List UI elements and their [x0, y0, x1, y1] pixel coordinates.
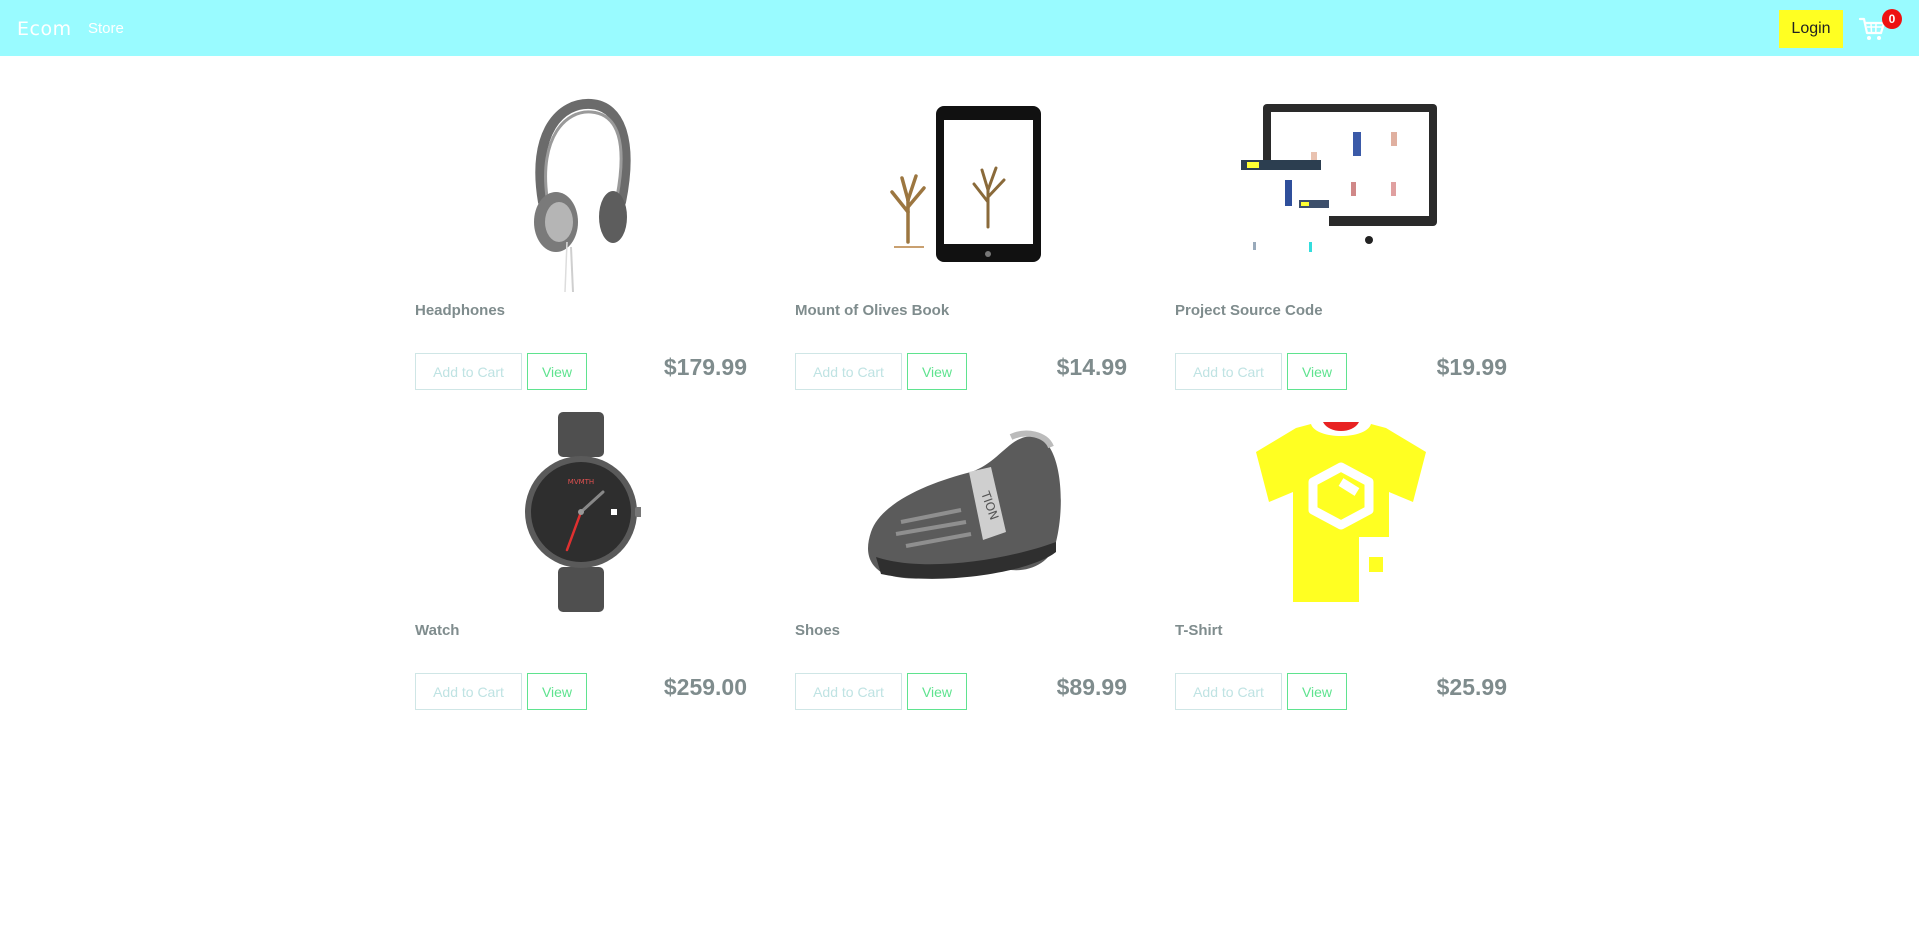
- product-card: T-Shirt Add to Cart View $25.99: [1175, 412, 1507, 732]
- tshirt-image: [1175, 412, 1507, 612]
- product-title[interactable]: Watch: [415, 622, 459, 639]
- nav-store-link[interactable]: Store: [88, 20, 124, 37]
- headphones-image: [415, 92, 747, 292]
- product-price: $89.99: [1056, 674, 1127, 700]
- svg-text:MVMTH: MVMTH: [568, 478, 594, 486]
- add-to-cart-button[interactable]: Add to Cart: [415, 673, 522, 710]
- product-title[interactable]: Shoes: [795, 622, 840, 639]
- watch-image: MVMTH: [415, 412, 747, 612]
- product-title[interactable]: T-Shirt: [1175, 622, 1223, 639]
- product-card: Headphones Add to Cart View $179.99: [415, 92, 747, 412]
- view-button[interactable]: View: [907, 353, 967, 390]
- shoe-image: TION: [795, 412, 1127, 612]
- add-to-cart-button[interactable]: Add to Cart: [795, 353, 902, 390]
- product-card: MVMTH Watch Add to Cart View $259.00: [415, 412, 747, 732]
- product-title[interactable]: Headphones: [415, 302, 505, 319]
- product-card: TION Shoes Add to Cart View $89.99: [795, 412, 1127, 732]
- tablet-book-image: [795, 92, 1127, 292]
- cart-count-badge: 0: [1882, 9, 1902, 29]
- add-to-cart-button[interactable]: Add to Cart: [1175, 353, 1282, 390]
- product-price: $179.99: [663, 354, 747, 380]
- product-price: $25.99: [1436, 674, 1507, 700]
- add-to-cart-button[interactable]: Add to Cart: [1175, 673, 1282, 710]
- product-price: $259.00: [663, 674, 747, 700]
- product-title[interactable]: Mount of Olives Book: [795, 302, 949, 319]
- add-to-cart-button[interactable]: Add to Cart: [415, 353, 522, 390]
- product-title[interactable]: Project Source Code: [1175, 302, 1323, 319]
- view-button[interactable]: View: [907, 673, 967, 710]
- add-to-cart-button[interactable]: Add to Cart: [795, 673, 902, 710]
- navbar: Ecom Store Login 0: [0, 0, 1919, 56]
- view-button[interactable]: View: [527, 673, 587, 710]
- monitor-image: [1175, 92, 1507, 292]
- view-button[interactable]: View: [1287, 673, 1347, 710]
- view-button[interactable]: View: [527, 353, 587, 390]
- product-card: Project Source Code Add to Cart View $19…: [1175, 92, 1507, 412]
- login-button[interactable]: Login: [1779, 10, 1843, 48]
- product-price: $14.99: [1056, 354, 1127, 380]
- view-button[interactable]: View: [1287, 353, 1347, 390]
- brand-logo[interactable]: Ecom: [17, 18, 72, 40]
- product-card: Mount of Olives Book Add to Cart View $1…: [795, 92, 1127, 412]
- product-price: $19.99: [1436, 354, 1507, 380]
